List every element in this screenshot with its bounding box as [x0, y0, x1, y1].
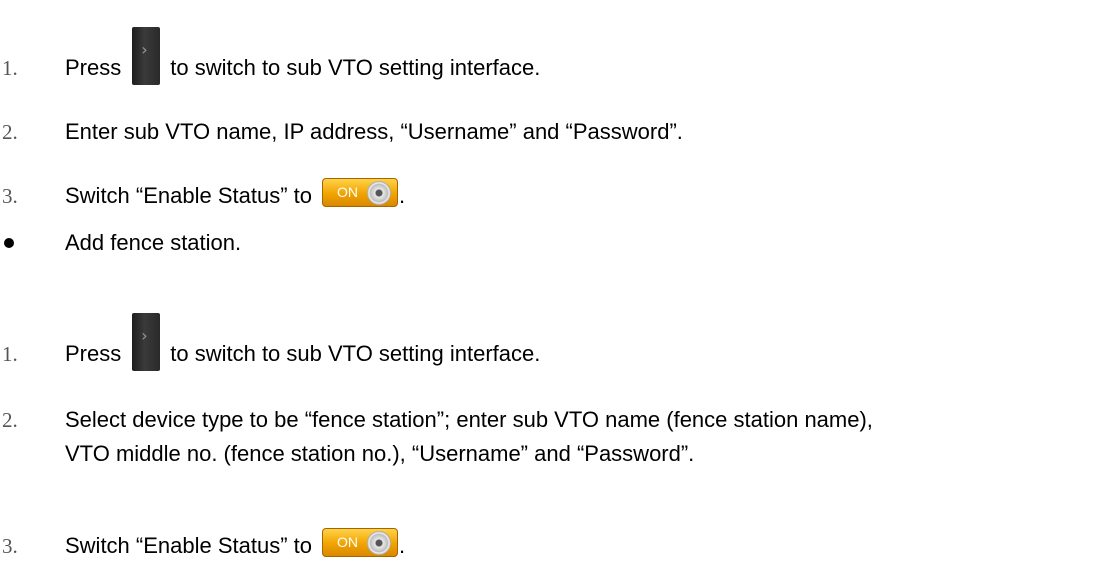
step-number: 3.: [2, 183, 18, 208]
step-number: 2.: [2, 119, 18, 144]
step-text: Switch “Enable Status” to ON .: [65, 177, 406, 213]
toggle-label: ON: [337, 534, 359, 550]
step-text-after: to switch to sub VTO setting interface.: [170, 341, 541, 366]
step-text-after: .: [399, 183, 406, 208]
step-text-after: .: [399, 533, 406, 558]
next-arrow-icon: [132, 27, 161, 85]
step-text-line-1: Select device type to be “fence station”…: [65, 407, 873, 432]
step-text-after: to switch to sub VTO setting interface.: [170, 55, 541, 80]
on-toggle-icon: ON: [322, 177, 399, 207]
toggle-label: ON: [337, 184, 359, 200]
step-text: Press to switch to sub VTO setting inter…: [65, 313, 541, 383]
step-number: 3.: [2, 533, 18, 558]
step-text-before: Switch “Enable Status” to: [65, 533, 313, 558]
step-text-before: Press: [65, 341, 122, 366]
on-toggle-icon: ON: [322, 527, 399, 557]
toggle-knob-icon: [367, 530, 392, 555]
step-text-before: Press: [65, 55, 122, 80]
step-number: 2.: [2, 407, 18, 432]
toggle-knob-icon: [367, 180, 392, 205]
next-arrow-icon: [132, 313, 161, 371]
step-text: Press to switch to sub VTO setting inter…: [65, 27, 541, 97]
step-text: Switch “Enable Status” to ON .: [65, 527, 406, 563]
step-text-before: Switch “Enable Status” to: [65, 183, 313, 208]
step-text: Enter sub VTO name, IP address, “Usernam…: [65, 119, 683, 144]
bullet-icon: [4, 238, 14, 248]
bullet-text: Add fence station.: [65, 230, 242, 255]
step-number: 1.: [2, 55, 18, 80]
step-number: 1.: [2, 341, 18, 366]
step-text-line-2: VTO middle no. (fence station no.), “Use…: [65, 441, 695, 466]
